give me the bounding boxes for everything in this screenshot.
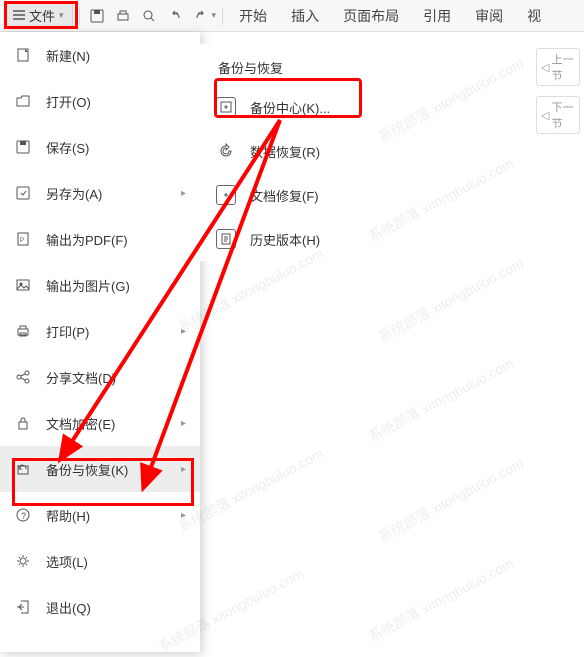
prev-icon: ◁ <box>541 61 549 74</box>
saveas-icon <box>14 184 32 202</box>
menu-backup-restore[interactable]: 备份与恢复(K) ▸ <box>0 446 200 492</box>
save-icon <box>14 138 32 156</box>
recover-icon <box>216 141 236 161</box>
tab-layout[interactable]: 页面布局 <box>333 2 409 30</box>
file-dropdown-menu: 新建(N) 打开(O) 保存(S) 另存为(A) ▸ P 输出为PDF(F) 输… <box>0 32 200 652</box>
submenu-label: 数据恢复(R) <box>250 142 320 161</box>
watermark: 系统部落 xitongbuluo.com <box>375 253 527 347</box>
watermark: 系统部落 xitongbuluo.com <box>365 553 517 647</box>
menu-label: 备份与恢复(K) <box>46 460 167 479</box>
menu-label: 文档加密(E) <box>46 414 167 433</box>
submenu-backup-center[interactable]: 备份中心(K)... <box>200 85 400 129</box>
watermark: 系统部落 xitongbuluo.com <box>375 453 527 547</box>
lock-icon <box>14 414 32 432</box>
submenu-label: 备份中心(K)... <box>250 98 330 117</box>
prev-section-button[interactable]: ◁ 上一节 <box>536 48 580 86</box>
next-section-button[interactable]: ◁ 下一节 <box>536 96 580 134</box>
menu-label: 保存(S) <box>46 138 186 157</box>
top-toolbar: 文件 ▾ ▾ 开始 插入 页面布局 引用 审阅 视 <box>0 0 584 32</box>
dropdown-icon[interactable]: ▾ <box>212 10 217 21</box>
hamburger-icon <box>13 8 25 23</box>
print-icon[interactable] <box>112 5 134 27</box>
exit-icon <box>14 598 32 616</box>
menu-export-image[interactable]: 输出为图片(G) <box>0 262 200 308</box>
chevron-down-icon: ▾ <box>59 10 64 21</box>
repair-icon <box>216 185 236 205</box>
submenu-data-recover[interactable]: 数据恢复(R) <box>200 129 400 173</box>
menu-new[interactable]: 新建(N) <box>0 32 200 78</box>
share-icon <box>14 368 32 386</box>
history-icon <box>216 229 236 249</box>
tab-view[interactable]: 视 <box>517 2 551 30</box>
menu-label: 输出为PDF(F) <box>46 230 186 249</box>
backup-icon <box>14 460 32 478</box>
save-icon[interactable] <box>86 5 108 27</box>
file-menu-button[interactable]: 文件 ▾ <box>4 2 73 29</box>
next-icon: ◁ <box>541 109 549 122</box>
menu-label: 打印(P) <box>46 322 167 341</box>
divider <box>222 7 223 25</box>
tab-insert[interactable]: 插入 <box>281 2 329 30</box>
preview-icon[interactable] <box>138 5 160 27</box>
folder-open-icon <box>14 92 32 110</box>
svg-text:?: ? <box>21 511 26 521</box>
menu-exit[interactable]: 退出(Q) <box>0 584 200 630</box>
menu-saveas[interactable]: 另存为(A) ▸ <box>0 170 200 216</box>
menu-label: 打开(O) <box>46 92 186 111</box>
menu-export-pdf[interactable]: P 输出为PDF(F) <box>0 216 200 262</box>
chevron-right-icon: ▸ <box>181 510 186 521</box>
menu-label: 帮助(H) <box>46 506 167 525</box>
submenu-title: 备份与恢复 <box>200 44 400 85</box>
menu-help[interactable]: ? 帮助(H) ▸ <box>0 492 200 538</box>
submenu-history[interactable]: 历史版本(H) <box>200 217 400 261</box>
menu-open[interactable]: 打开(O) <box>0 78 200 124</box>
menu-label: 选项(L) <box>46 552 186 571</box>
tab-reference[interactable]: 引用 <box>413 2 461 30</box>
tab-start[interactable]: 开始 <box>229 2 277 30</box>
menu-save[interactable]: 保存(S) <box>0 124 200 170</box>
backup-submenu: 备份与恢复 备份中心(K)... 数据恢复(R) 文档修复(F) 历史版本(H) <box>200 44 400 261</box>
chevron-right-icon: ▸ <box>181 464 186 475</box>
chevron-right-icon: ▸ <box>181 188 186 199</box>
next-label: 下一节 <box>551 99 575 131</box>
tab-review[interactable]: 审阅 <box>465 2 513 30</box>
menu-encrypt[interactable]: 文档加密(E) ▸ <box>0 400 200 446</box>
right-nav-panel: ◁ 上一节 ◁ 下一节 <box>536 48 580 134</box>
menu-options[interactable]: 选项(L) <box>0 538 200 584</box>
submenu-label: 文档修复(F) <box>250 186 319 205</box>
menu-label: 新建(N) <box>46 46 186 65</box>
print-icon <box>14 322 32 340</box>
chevron-right-icon: ▸ <box>181 326 186 337</box>
menu-label: 另存为(A) <box>46 184 167 203</box>
watermark: 系统部落 xitongbuluo.com <box>365 353 517 447</box>
menu-label: 分享文档(D) <box>46 368 186 387</box>
undo-icon[interactable] <box>164 5 186 27</box>
help-icon: ? <box>14 506 32 524</box>
gear-icon <box>14 552 32 570</box>
chevron-right-icon: ▸ <box>181 418 186 429</box>
new-file-icon <box>14 46 32 64</box>
submenu-doc-repair[interactable]: 文档修复(F) <box>200 173 400 217</box>
pdf-icon: P <box>14 230 32 248</box>
redo-icon[interactable] <box>190 5 212 27</box>
menu-label: 输出为图片(G) <box>46 276 186 295</box>
submenu-label: 历史版本(H) <box>250 230 320 249</box>
menu-share[interactable]: 分享文档(D) <box>0 354 200 400</box>
svg-text:P: P <box>20 238 24 244</box>
menu-label: 退出(Q) <box>46 598 186 617</box>
menu-print[interactable]: 打印(P) ▸ <box>0 308 200 354</box>
file-label: 文件 <box>29 6 55 25</box>
divider <box>79 7 80 25</box>
prev-label: 上一节 <box>551 51 575 83</box>
image-icon <box>14 276 32 294</box>
backup-center-icon <box>216 97 236 117</box>
